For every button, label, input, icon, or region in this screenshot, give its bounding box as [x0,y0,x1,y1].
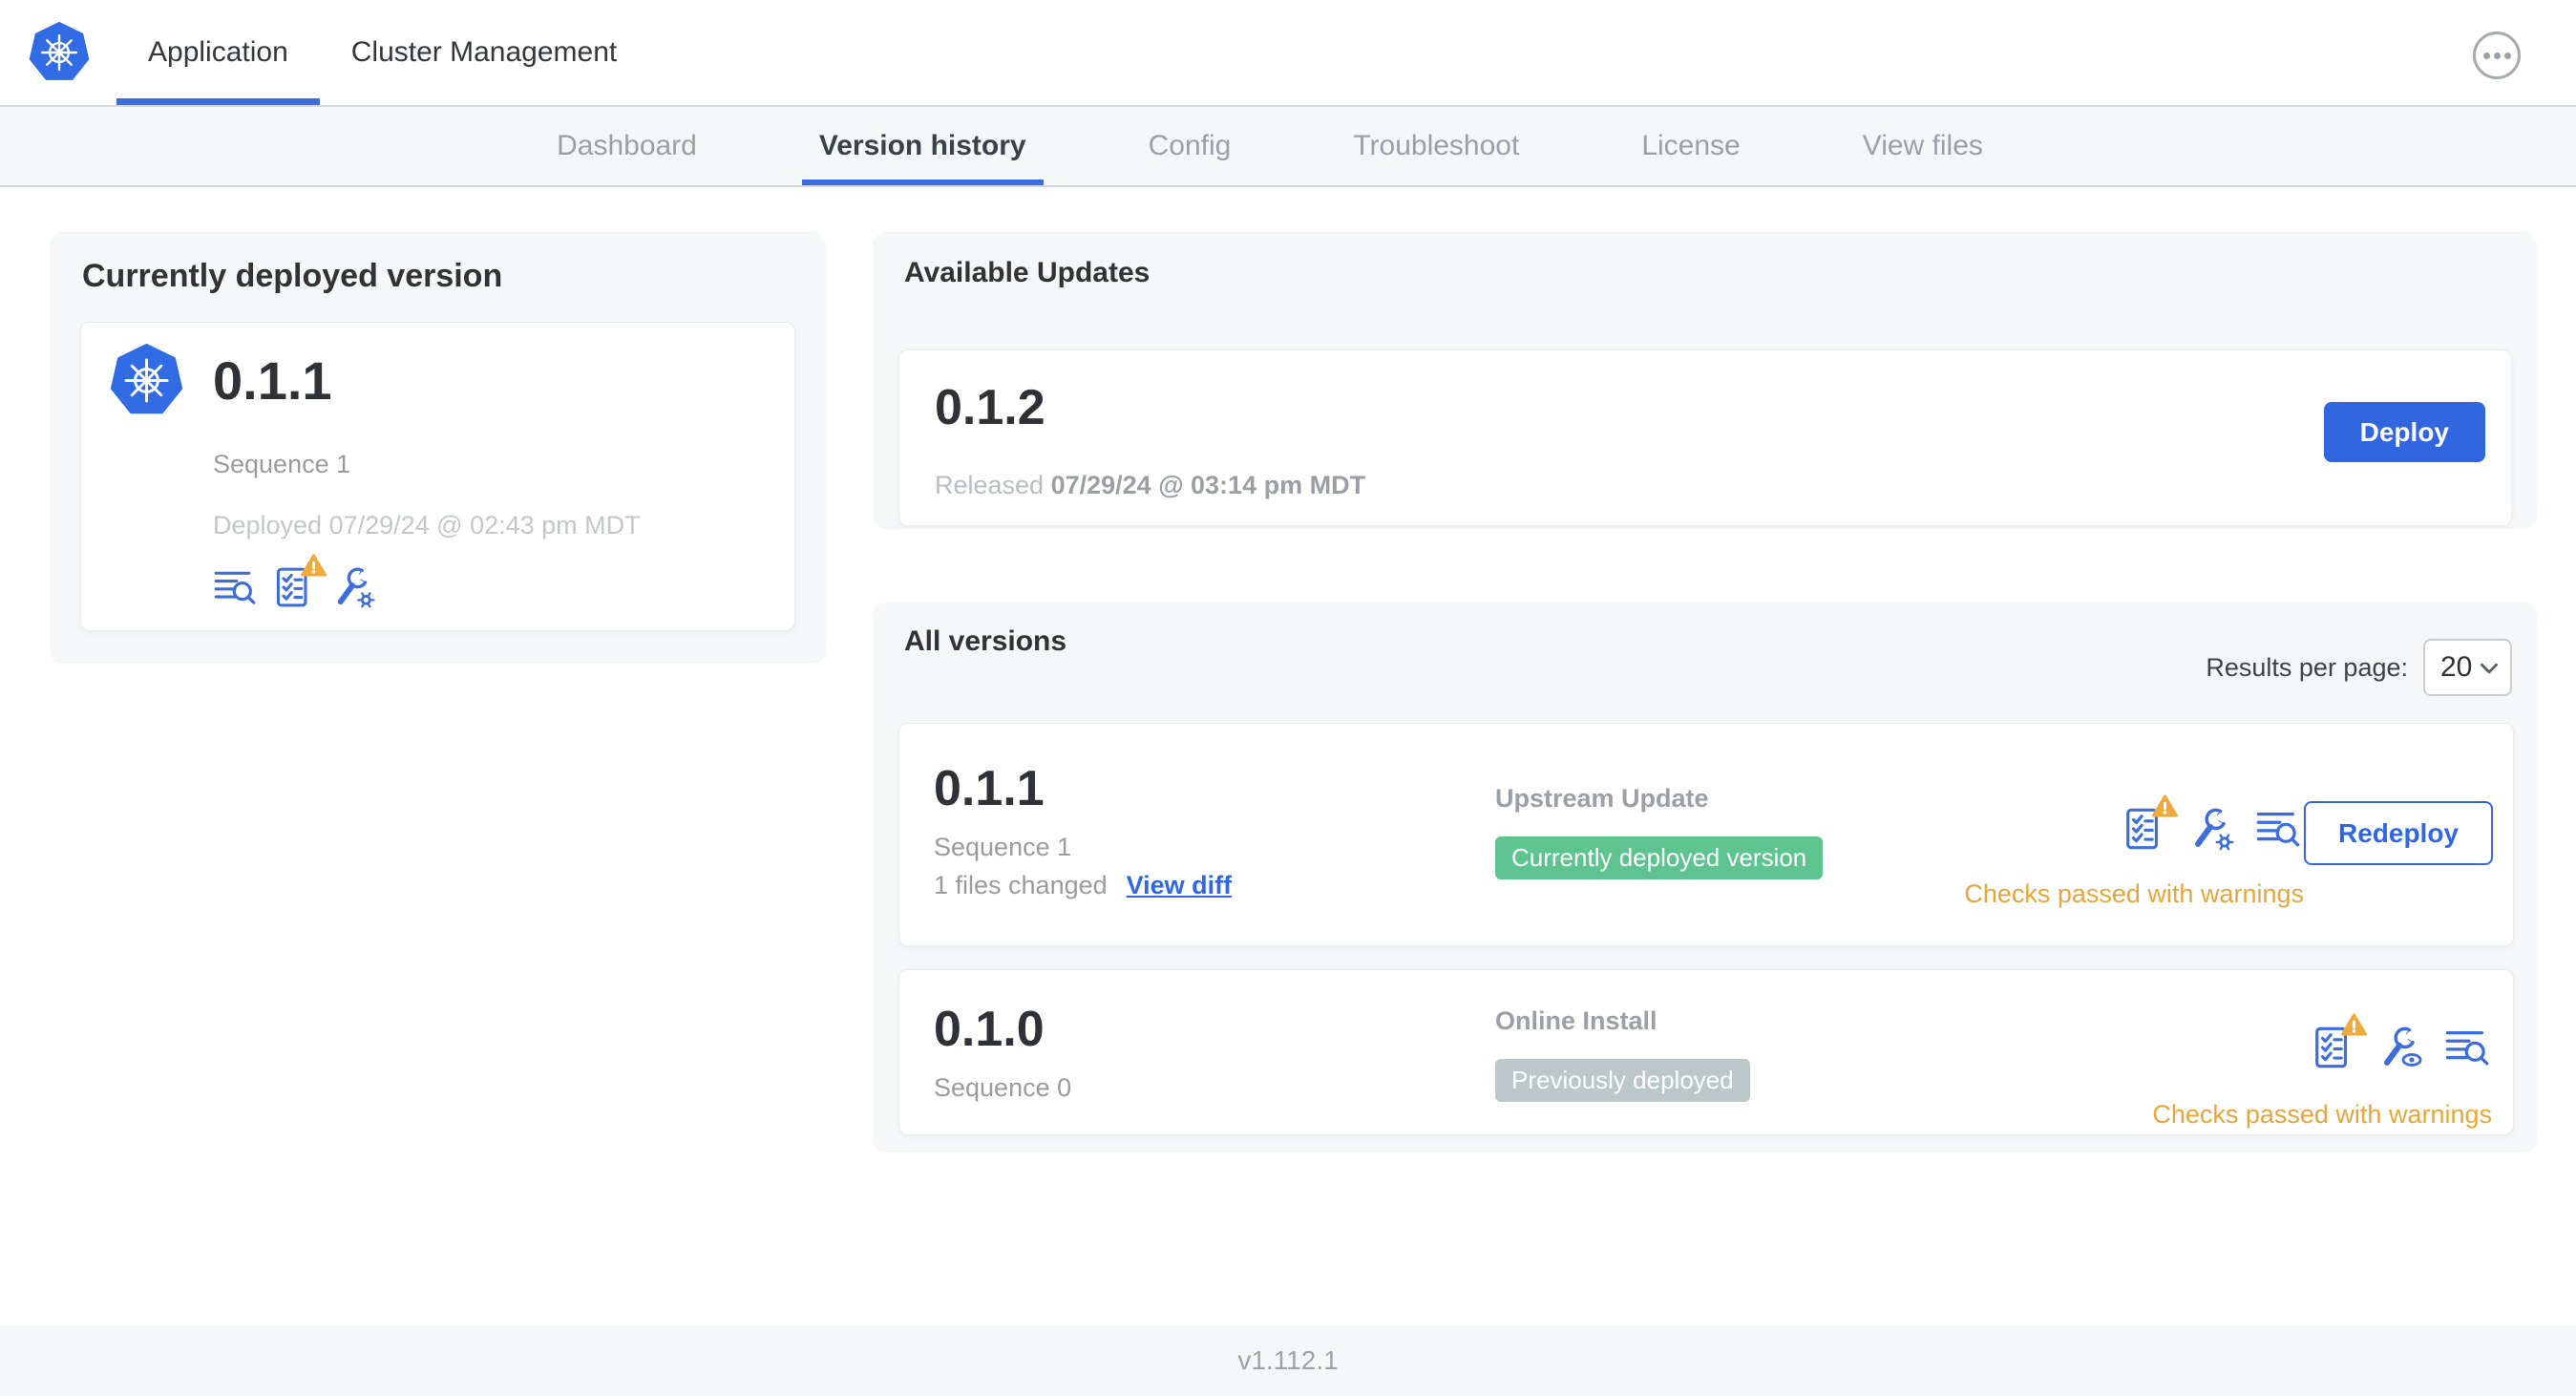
config-edit-icon[interactable] [2188,806,2234,852]
row-source-label: Online Install [1495,1006,1658,1035]
status-badge-previously-deployed: Previously deployed [1495,1059,1750,1102]
row-sequence: Sequence 0 [934,1073,1072,1102]
update-row: 0.1.2 Released 07/29/24 @ 03:14 pm MDT D… [898,349,2512,526]
version-row-0-1-0: 0.1.0 Sequence 0 Online Install Previous… [898,969,2514,1135]
update-version-number: 0.1.2 [935,380,1045,435]
available-updates-card: Available Updates 0.1.2 Released 07/29/2… [873,232,2537,529]
footer: v1.112.1 [0,1325,2576,1396]
diff-icon[interactable] [2444,1025,2490,1070]
diff-icon[interactable] [213,565,257,609]
config-view-icon[interactable] [2377,1025,2423,1070]
subnav-item-license[interactable]: License [1624,107,1757,185]
tab-application[interactable]: Application [116,0,320,105]
deployed-sequence: Sequence 1 [213,450,351,478]
currently-deployed-title: Currently deployed version [82,258,503,294]
currently-deployed-card: Currently deployed version 0.1.1 Sequenc… [50,232,826,664]
config-edit-icon[interactable] [331,565,375,609]
main-content: Currently deployed version 0.1.1 Sequenc… [0,187,2576,1325]
preflight-checks-icon[interactable] [2122,794,2178,852]
top-header: Application Cluster Management [0,0,2576,107]
available-updates-title: Available Updates [904,257,1151,288]
warning-triangle-icon [301,554,327,577]
more-options-icon[interactable] [2473,32,2521,79]
redeploy-button[interactable]: Redeploy [2303,801,2493,865]
preflight-checks-icon[interactable] [272,554,327,609]
row-source-label: Upstream Update [1495,784,1709,813]
version-row-0-1-1: 0.1.1 Sequence 1 1 files changed View di… [898,723,2514,946]
subnav-item-version-history[interactable]: Version history [801,107,1044,185]
view-diff-link[interactable]: View diff [1127,871,1233,900]
app-subnav: Dashboard Version history Config Trouble… [0,107,2576,187]
console-version: v1.112.1 [1237,1345,1339,1375]
row-version-number: 0.1.0 [934,1002,1045,1057]
tab-cluster-management[interactable]: Cluster Management [320,0,648,105]
deployed-version-number: 0.1.1 [213,350,332,411]
subnav-item-troubleshoot[interactable]: Troubleshoot [1336,107,1536,185]
all-versions-card: All versions Results per page: 20 0.1.1 … [873,603,2537,1153]
row-sequence: Sequence 1 [934,833,1072,861]
all-versions-title: All versions [904,625,1067,657]
warning-triangle-icon [2152,794,2178,817]
results-per-page-select[interactable]: 20 [2423,639,2512,696]
row-version-number: 0.1.1 [934,761,1045,816]
results-per-page: Results per page: 20 [2206,639,2512,696]
diff-icon[interactable] [2255,806,2301,852]
row-files-changed: 1 files changed [934,871,1108,899]
update-released-line: Released 07/29/24 @ 03:14 pm MDT [935,471,1366,499]
checks-status-text[interactable]: Checks passed with warnings [1964,879,2304,909]
checks-status-text[interactable]: Checks passed with warnings [2152,1100,2492,1130]
warning-triangle-icon [2341,1013,2367,1036]
kubernetes-logo-icon [29,22,90,83]
preflight-checks-icon[interactable] [2311,1013,2367,1070]
deploy-button[interactable]: Deploy [2323,402,2485,462]
deployed-version-card: 0.1.1 Sequence 1 Deployed 07/29/24 @ 02:… [80,322,795,631]
chevron-down-icon [2481,663,2498,673]
deployed-timestamp: Deployed 07/29/24 @ 02:43 pm MDT [213,511,641,539]
top-tabs: Application Cluster Management [116,0,648,105]
status-badge-currently-deployed: Currently deployed version [1495,836,1824,879]
app-icon [110,344,183,417]
results-per-page-label: Results per page: [2206,652,2408,682]
subnav-item-dashboard[interactable]: Dashboard [539,107,714,185]
subnav-item-view-files[interactable]: View files [1846,107,2000,185]
subnav-item-config[interactable]: Config [1131,107,1249,185]
